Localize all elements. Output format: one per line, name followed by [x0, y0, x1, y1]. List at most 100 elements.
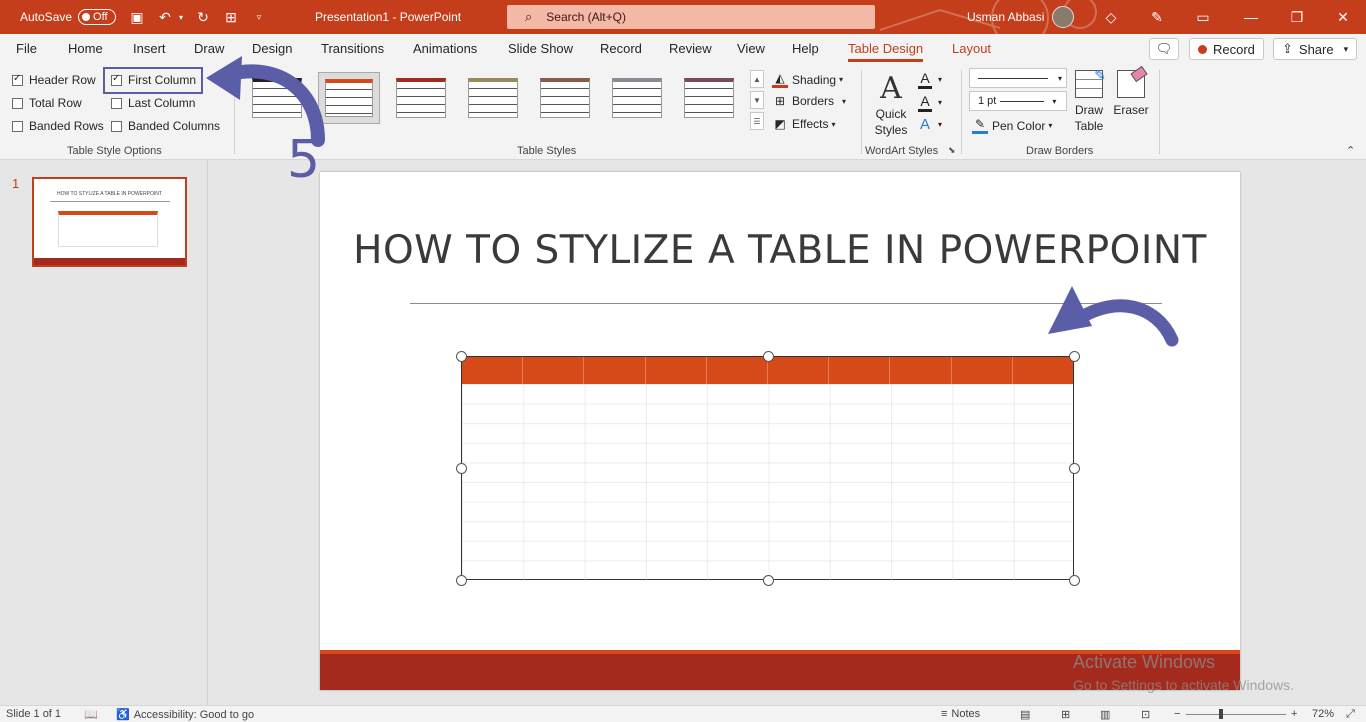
tab-slide-show[interactable]: Slide Show — [508, 41, 573, 56]
draw-table-button[interactable]: ✎ Draw Table — [1072, 67, 1106, 134]
minimize-icon[interactable]: — — [1228, 0, 1274, 34]
gallery-down-icon[interactable]: ▼ — [750, 91, 764, 109]
pen-color-button[interactable]: ✎ Pen Color ▾ — [972, 117, 1052, 134]
zoom-in-icon[interactable]: + — [1291, 708, 1297, 720]
total-row-checkbox[interactable]: Total Row — [12, 96, 82, 110]
table-header-cell[interactable] — [584, 357, 646, 384]
premium-diamond-icon[interactable]: ◇ — [1100, 6, 1122, 28]
customize-toolbar-icon[interactable]: ▿ — [248, 6, 270, 28]
tab-insert[interactable]: Insert — [133, 41, 166, 56]
pen-style-dropdown[interactable]: ▾ — [969, 68, 1067, 88]
search-box[interactable]: ⌕ Search (Alt+Q) — [507, 5, 875, 29]
fit-slide-icon[interactable]: ⤢ — [1346, 708, 1355, 721]
table-header-cell[interactable] — [462, 357, 524, 384]
pen-weight-dropdown[interactable]: 1 pt ▾ — [969, 91, 1067, 111]
borders-button[interactable]: ⊞ Borders ▾ — [772, 94, 846, 108]
shading-button[interactable]: ◭ Shading ▾ — [772, 71, 843, 88]
resize-handle[interactable] — [1069, 575, 1080, 586]
notes-button[interactable]: ≡ Notes — [941, 708, 980, 720]
zoom-level[interactable]: 72% — [1312, 708, 1334, 720]
autosave-toggle[interactable]: Off — [78, 9, 117, 25]
avatar[interactable] — [1052, 6, 1075, 28]
table-header-cell[interactable] — [707, 357, 769, 384]
collapse-ribbon-icon[interactable]: ⌃ — [1346, 144, 1355, 157]
tab-review[interactable]: Review — [669, 41, 712, 56]
header-row-checkbox[interactable]: Header Row — [12, 73, 96, 87]
tab-file[interactable]: File — [16, 41, 37, 56]
table-style-thumb[interactable] — [678, 72, 740, 124]
user-name[interactable]: Usman Abbasi — [967, 10, 1044, 24]
table-header-cell[interactable] — [1013, 357, 1073, 384]
tab-transitions[interactable]: Transitions — [321, 41, 384, 56]
normal-view-icon[interactable]: ▤ — [1020, 708, 1030, 721]
tab-layout[interactable]: Layout — [952, 41, 991, 56]
resize-handle[interactable] — [456, 575, 467, 586]
zoom-out-icon[interactable]: − — [1174, 708, 1180, 720]
close-icon[interactable]: ✕ — [1320, 0, 1366, 34]
slide-canvas[interactable]: HOW TO STYLIZE A TABLE IN POWERPOINT — [320, 172, 1240, 690]
present-from-start-icon[interactable]: ⊞ — [220, 6, 242, 28]
comments-button[interactable]: 🗨 — [1149, 38, 1179, 60]
table-header-cell[interactable] — [890, 357, 952, 384]
table-style-thumb[interactable] — [390, 72, 452, 124]
ribbon-display-icon[interactable]: ▭ — [1192, 6, 1214, 28]
record-button[interactable]: Record — [1189, 38, 1264, 60]
resize-handle[interactable] — [763, 575, 774, 586]
undo-dropdown-icon[interactable]: ▾ — [176, 6, 186, 28]
table-style-thumb[interactable] — [462, 72, 524, 124]
style-preview — [325, 79, 373, 117]
tab-animations[interactable]: Animations — [413, 41, 477, 56]
maximize-icon[interactable]: ❐ — [1274, 0, 1320, 34]
dialog-launcher-icon[interactable]: ⬊ — [948, 145, 956, 156]
tab-table-design[interactable]: Table Design — [848, 41, 924, 62]
last-column-checkbox[interactable]: Last Column — [111, 96, 195, 110]
resize-handle[interactable] — [456, 463, 467, 474]
share-button[interactable]: ⇪ Share ▾ — [1273, 38, 1358, 60]
pen-icon[interactable]: ✎ — [1146, 6, 1168, 28]
quick-styles-button[interactable]: A Quick Styles — [868, 72, 914, 138]
tab-view[interactable]: View — [737, 41, 765, 56]
save-icon[interactable]: ▣ — [126, 6, 148, 28]
slideshow-view-icon[interactable]: ⊡ — [1141, 708, 1150, 721]
slide-table[interactable] — [461, 356, 1074, 580]
slide-title[interactable]: HOW TO STYLIZE A TABLE IN POWERPOINT — [320, 228, 1240, 273]
table-style-thumb[interactable] — [534, 72, 596, 124]
tab-record[interactable]: Record — [600, 41, 642, 56]
table-header-cell[interactable] — [952, 357, 1013, 384]
status-bar: Slide 1 of 1 📖 ♿ Accessibility: Good to g… — [0, 705, 1366, 722]
gallery-more-icon[interactable]: ☰ — [750, 112, 764, 130]
autosave-control[interactable]: AutoSave Off — [20, 0, 117, 34]
slide-sorter-icon[interactable]: ⊞ — [1061, 708, 1070, 721]
redo-icon[interactable]: ↻ — [192, 6, 214, 28]
spelling-icon[interactable]: 📖 — [84, 708, 98, 721]
eraser-button[interactable]: Eraser — [1112, 65, 1150, 118]
accessibility-status[interactable]: ♿ Accessibility: Good to go — [116, 708, 254, 722]
table-body[interactable] — [462, 384, 1073, 580]
group-label-draw-borders: Draw Borders — [1026, 145, 1094, 157]
table-style-thumb[interactable] — [606, 72, 668, 124]
text-fill-button[interactable]: A ▾ — [918, 70, 942, 89]
reading-view-icon[interactable]: ▥ — [1100, 708, 1110, 721]
table-header-cell[interactable] — [829, 357, 891, 384]
zoom-slider-thumb[interactable] — [1219, 709, 1223, 719]
tab-home[interactable]: Home — [68, 41, 103, 56]
zoom-slider[interactable] — [1186, 714, 1286, 715]
banded-rows-checkbox[interactable]: Banded Rows — [12, 119, 104, 133]
table-header-cell[interactable] — [646, 357, 707, 384]
resize-handle[interactable] — [456, 351, 467, 362]
text-effects-button[interactable]: A ▾ — [918, 116, 942, 133]
table-header-cell[interactable] — [768, 357, 830, 384]
slide-thumbnail[interactable]: HOW TO STYLIZE A TABLE IN POWERPOINT — [32, 177, 187, 267]
checkbox-box — [12, 97, 23, 109]
quick-styles-label: Quick Styles — [874, 107, 908, 137]
tab-help[interactable]: Help — [792, 41, 819, 56]
table-header-cell[interactable] — [523, 357, 585, 384]
thumbnail-title: HOW TO STYLIZE A TABLE IN POWERPOINT — [57, 191, 162, 197]
effects-button[interactable]: ◩ Effects ▾ — [772, 117, 835, 131]
resize-handle[interactable] — [1069, 463, 1080, 474]
resize-handle[interactable] — [1069, 351, 1080, 362]
undo-icon[interactable]: ↶ — [154, 6, 176, 28]
text-outline-button[interactable]: A ▾ — [918, 93, 942, 112]
resize-handle[interactable] — [763, 351, 774, 362]
gallery-up-icon[interactable]: ▲ — [750, 70, 764, 88]
